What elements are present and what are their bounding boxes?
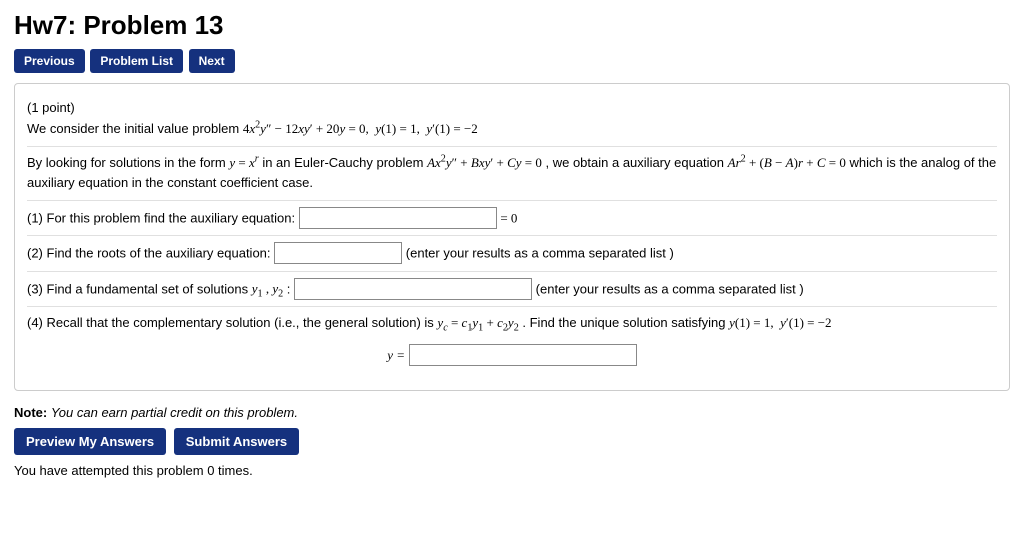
problem-panel: (1 point) We consider the initial value …: [14, 83, 1010, 391]
q4-label-b: . Find the unique solution satisfying: [522, 315, 729, 330]
note-bold: Note:: [14, 405, 47, 420]
q3-hint: (enter your results as a comma separated…: [536, 281, 804, 296]
next-button[interactable]: Next: [189, 49, 235, 73]
auxiliary-equation: Ar2 + (B − A)r + C = 0: [728, 155, 846, 170]
form-equation: y = xr: [229, 155, 258, 170]
q3-colon: :: [287, 281, 291, 296]
divider: [27, 146, 997, 147]
q3-label: (3) Find a fundamental set of solutions: [27, 281, 252, 296]
note-line: Note: You can earn partial credit on thi…: [14, 405, 1010, 420]
q2-label: (2) Find the roots of the auxiliary equa…: [27, 246, 271, 261]
previous-button[interactable]: Previous: [14, 49, 85, 73]
q3-input[interactable]: [294, 278, 532, 300]
q4-conditions: y(1) = 1, y′(1) = −2: [729, 315, 831, 330]
q1-label: (1) For this problem find the auxiliary …: [27, 211, 295, 226]
paragraph-text: By looking for solutions in the form: [27, 155, 229, 170]
ivp-equation: 4x2y″ − 12xy′ + 20y = 0, y(1) = 1, y′(1)…: [243, 121, 478, 136]
q1-input[interactable]: [299, 207, 497, 229]
preview-answers-button[interactable]: Preview My Answers: [14, 428, 166, 455]
euler-cauchy-equation: Ax2y″ + Bxy′ + Cy = 0: [427, 155, 542, 170]
paragraph-text: , we obtain a auxiliary equation: [546, 155, 728, 170]
attempts-text: You have attempted this problem 0 times.: [14, 463, 1010, 478]
submit-answers-button[interactable]: Submit Answers: [174, 428, 299, 455]
paragraph-text: in an Euler-Cauchy problem: [262, 155, 427, 170]
note-text: You can earn partial credit on this prob…: [51, 405, 298, 420]
intro-text: We consider the initial value problem: [27, 121, 243, 136]
q4-input[interactable]: [409, 344, 637, 366]
problem-list-button[interactable]: Problem List: [90, 49, 183, 73]
q2-hint: (enter your results as a comma separated…: [406, 246, 674, 261]
page-title: Hw7: Problem 13: [14, 10, 1010, 41]
divider: [27, 271, 997, 272]
divider: [27, 200, 997, 201]
divider: [27, 235, 997, 236]
q4-general-solution: yc = c1y1 + c2y2: [437, 315, 518, 330]
points-label: (1 point): [27, 100, 75, 115]
divider: [27, 306, 997, 307]
q3-subscript: y1 , y2: [252, 281, 283, 296]
q1-suffix: = 0: [500, 211, 517, 226]
q4-label-a: (4) Recall that the complementary soluti…: [27, 315, 437, 330]
y-equals-label: y =: [387, 347, 405, 362]
q2-input[interactable]: [274, 242, 402, 264]
nav-bar: Previous Problem List Next: [14, 49, 1010, 73]
